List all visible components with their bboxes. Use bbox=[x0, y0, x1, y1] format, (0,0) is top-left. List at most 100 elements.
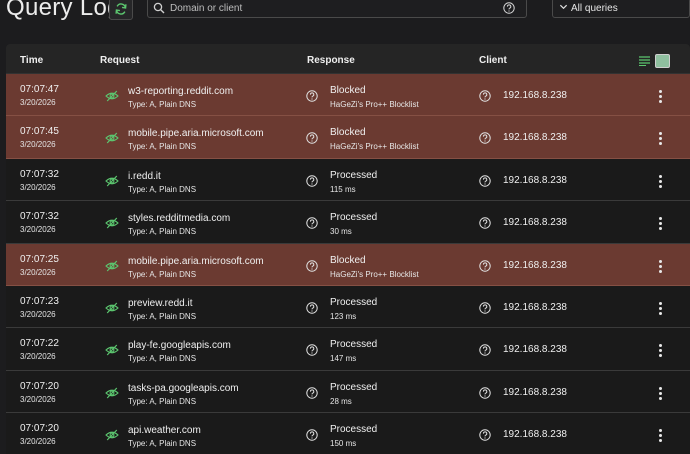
row-client[interactable]: 192.168.8.238 bbox=[503, 217, 567, 228]
eye-off-icon[interactable] bbox=[105, 90, 119, 102]
response-info-icon[interactable] bbox=[306, 217, 318, 229]
response-info-icon[interactable] bbox=[306, 259, 318, 272]
row-date: 3/20/2026 bbox=[20, 182, 56, 192]
row-client[interactable]: 192.168.8.238 bbox=[503, 90, 567, 101]
row-type: Type: A, Plain DNS bbox=[128, 269, 197, 279]
row-detail: HaGeZi's Pro++ Blocklist bbox=[330, 100, 419, 109]
table-row[interactable]: 07:07:32 3/20/2026 styles.redditmedia.co… bbox=[6, 201, 690, 244]
kebab-menu-icon[interactable] bbox=[655, 259, 665, 273]
client-info-icon[interactable] bbox=[479, 344, 491, 357]
eye-off-icon[interactable] bbox=[105, 260, 119, 272]
kebab-menu-icon[interactable] bbox=[655, 89, 665, 103]
row-detail: HaGeZi's Pro++ Blocklist bbox=[330, 142, 419, 152]
search-input[interactable] bbox=[170, 0, 490, 16]
row-domain[interactable]: styles.redditmedia.com bbox=[128, 213, 230, 224]
list-view-icon[interactable] bbox=[639, 56, 650, 66]
response-info-icon[interactable] bbox=[306, 344, 318, 357]
row-type: Type: A, Plain DNS bbox=[128, 227, 197, 237]
client-info-icon[interactable] bbox=[479, 90, 491, 102]
row-date: 3/20/2026 bbox=[20, 437, 56, 447]
row-date: 3/20/2026 bbox=[20, 98, 56, 107]
row-client[interactable]: 192.168.8.238 bbox=[503, 132, 567, 143]
eye-off-icon[interactable] bbox=[105, 344, 119, 356]
row-domain[interactable]: w3-reporting.reddit.com bbox=[128, 86, 233, 97]
eye-off-icon[interactable] bbox=[105, 175, 119, 187]
row-date: 3/20/2026 bbox=[20, 394, 56, 404]
row-domain[interactable]: preview.redd.it bbox=[128, 298, 192, 309]
row-status: Processed bbox=[330, 424, 378, 436]
chevron-down-icon bbox=[559, 4, 568, 10]
table-row[interactable]: 07:07:25 3/20/2026 mobile.pipe.aria.micr… bbox=[6, 243, 690, 286]
response-info-icon[interactable] bbox=[306, 175, 318, 187]
row-detail: 115 ms bbox=[330, 184, 356, 194]
row-status: Processed bbox=[330, 296, 378, 308]
kebab-menu-icon[interactable] bbox=[655, 428, 665, 443]
table-row[interactable]: 07:07:22 3/20/2026 play-fe.googleapis.co… bbox=[6, 328, 690, 371]
kebab-menu-icon[interactable] bbox=[655, 174, 665, 188]
kebab-menu-icon[interactable] bbox=[655, 301, 665, 315]
kebab-menu-icon[interactable] bbox=[655, 343, 665, 358]
table-row[interactable]: 07:07:23 3/20/2026 preview.redd.it Type:… bbox=[6, 285, 690, 329]
row-domain[interactable]: api.weather.com bbox=[128, 425, 201, 436]
table-row[interactable]: 07:07:20 3/20/2026 api.weather.com Type:… bbox=[6, 413, 690, 454]
row-detail: 123 ms bbox=[330, 311, 357, 321]
search-icon bbox=[153, 2, 165, 14]
kebab-menu-icon[interactable] bbox=[655, 386, 665, 400]
compact-view-icon[interactable] bbox=[655, 54, 670, 68]
page-title: Query Log bbox=[6, 0, 121, 21]
client-info-icon[interactable] bbox=[479, 259, 491, 272]
client-info-icon[interactable] bbox=[479, 387, 491, 399]
client-info-icon[interactable] bbox=[479, 429, 491, 441]
table-row[interactable]: 07:07:47 3/20/2026 w3-reporting.reddit.c… bbox=[6, 74, 690, 117]
row-client[interactable]: 192.168.8.238 bbox=[503, 387, 567, 398]
eye-off-icon[interactable] bbox=[105, 387, 119, 399]
response-info-icon[interactable] bbox=[306, 429, 318, 441]
row-domain[interactable]: mobile.pipe.aria.microsoft.com bbox=[128, 128, 264, 139]
row-domain[interactable]: mobile.pipe.aria.microsoft.com bbox=[128, 256, 264, 267]
eye-off-icon[interactable] bbox=[105, 302, 119, 314]
table-row[interactable]: 07:07:32 3/20/2026 i.redd.it Type: A, Pl… bbox=[6, 158, 690, 202]
search-box[interactable] bbox=[147, 0, 527, 18]
row-detail: 147 ms bbox=[330, 354, 357, 364]
row-status: Processed bbox=[330, 169, 378, 181]
response-info-icon[interactable] bbox=[306, 302, 318, 314]
row-client[interactable]: 192.168.8.238 bbox=[503, 175, 567, 186]
row-client[interactable]: 192.168.8.238 bbox=[503, 429, 567, 440]
row-domain[interactable]: tasks-pa.googleapis.com bbox=[128, 383, 239, 394]
row-detail: 30 ms bbox=[330, 227, 352, 237]
row-domain[interactable]: i.redd.it bbox=[128, 171, 161, 182]
kebab-menu-icon[interactable] bbox=[655, 131, 665, 146]
row-client[interactable]: 192.168.8.238 bbox=[503, 260, 567, 271]
table-row[interactable]: 07:07:20 3/20/2026 tasks-pa.googleapis.c… bbox=[6, 370, 690, 414]
row-type: Type: A, Plain DNS bbox=[128, 311, 197, 321]
eye-off-icon[interactable] bbox=[105, 132, 119, 144]
refresh-button[interactable] bbox=[109, 0, 133, 20]
eye-off-icon[interactable] bbox=[105, 429, 119, 441]
row-client[interactable]: 192.168.8.238 bbox=[503, 344, 567, 355]
row-client[interactable]: 192.168.8.238 bbox=[503, 302, 567, 313]
table-header: Time Request Response Client bbox=[6, 44, 690, 74]
table-row[interactable]: 07:07:45 3/20/2026 mobile.pipe.aria.micr… bbox=[6, 116, 690, 159]
client-info-icon[interactable] bbox=[479, 302, 491, 314]
search-help-icon[interactable] bbox=[503, 2, 515, 14]
row-time: 07:07:20 bbox=[20, 380, 59, 392]
response-info-icon[interactable] bbox=[306, 90, 318, 102]
column-header-time[interactable]: Time bbox=[20, 55, 43, 66]
query-filter-select[interactable]: All queries bbox=[552, 0, 690, 18]
response-info-icon[interactable] bbox=[306, 132, 318, 145]
row-type: Type: A, Plain DNS bbox=[128, 184, 197, 194]
eye-off-icon[interactable] bbox=[105, 217, 119, 229]
row-date: 3/20/2026 bbox=[20, 140, 56, 150]
response-info-icon[interactable] bbox=[306, 387, 318, 399]
row-domain[interactable]: play-fe.googleapis.com bbox=[128, 340, 231, 351]
kebab-menu-icon[interactable] bbox=[655, 216, 665, 231]
client-info-icon[interactable] bbox=[479, 217, 491, 229]
column-header-client[interactable]: Client bbox=[479, 55, 507, 66]
client-info-icon[interactable] bbox=[479, 175, 491, 187]
client-info-icon[interactable] bbox=[479, 132, 491, 145]
column-header-request[interactable]: Request bbox=[100, 55, 139, 66]
row-detail: 150 ms bbox=[330, 439, 357, 449]
top-bar: Query Log All queries bbox=[0, 0, 690, 30]
column-header-response[interactable]: Response bbox=[307, 55, 355, 66]
row-status: Processed bbox=[330, 381, 378, 393]
